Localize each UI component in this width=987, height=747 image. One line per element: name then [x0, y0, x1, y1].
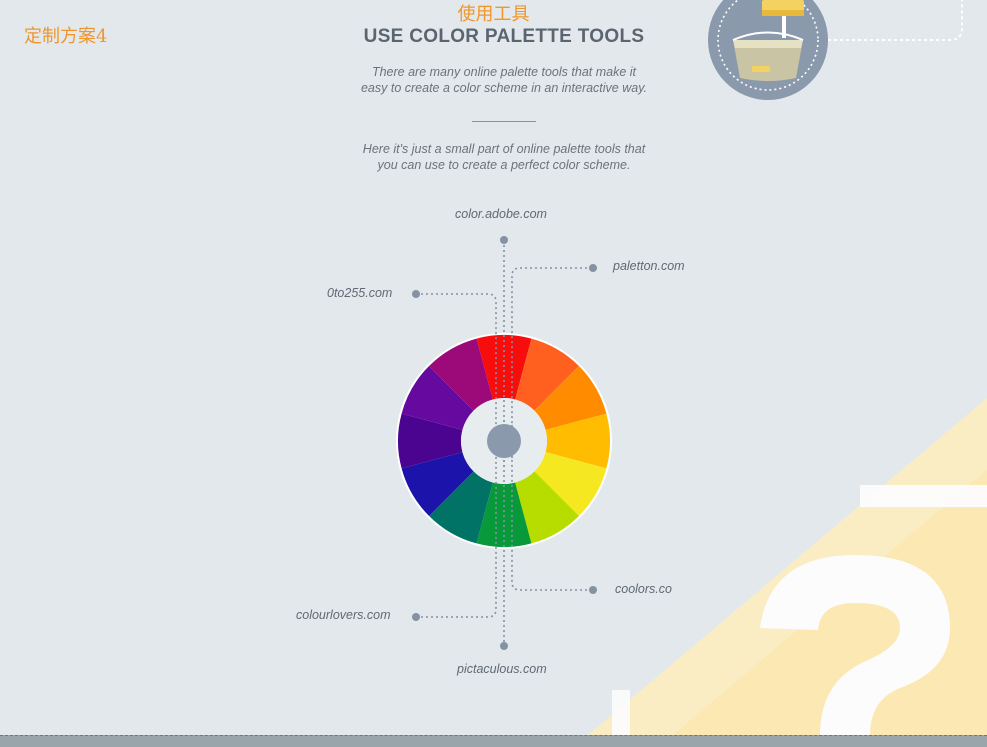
- link-color-adobe[interactable]: color.adobe.com: [455, 207, 547, 221]
- dot-colourlovers: [412, 613, 420, 621]
- link-paletton[interactable]: paletton.com: [613, 259, 685, 273]
- bottom-bar: [0, 735, 987, 747]
- dot-0to255: [412, 290, 420, 298]
- dot-coolors: [589, 586, 597, 594]
- link-colourlovers[interactable]: colourlovers.com: [296, 608, 390, 622]
- wheel-hub: [487, 424, 521, 458]
- dot-paletton: [589, 264, 597, 272]
- link-0to255[interactable]: 0to255.com: [327, 286, 392, 300]
- link-pictaculous[interactable]: pictaculous.com: [457, 662, 547, 676]
- dot-pictaculous: [500, 642, 508, 650]
- link-coolors[interactable]: coolors.co: [615, 582, 672, 596]
- dot-adobe: [500, 236, 508, 244]
- color-wheel-diagram: [396, 236, 612, 650]
